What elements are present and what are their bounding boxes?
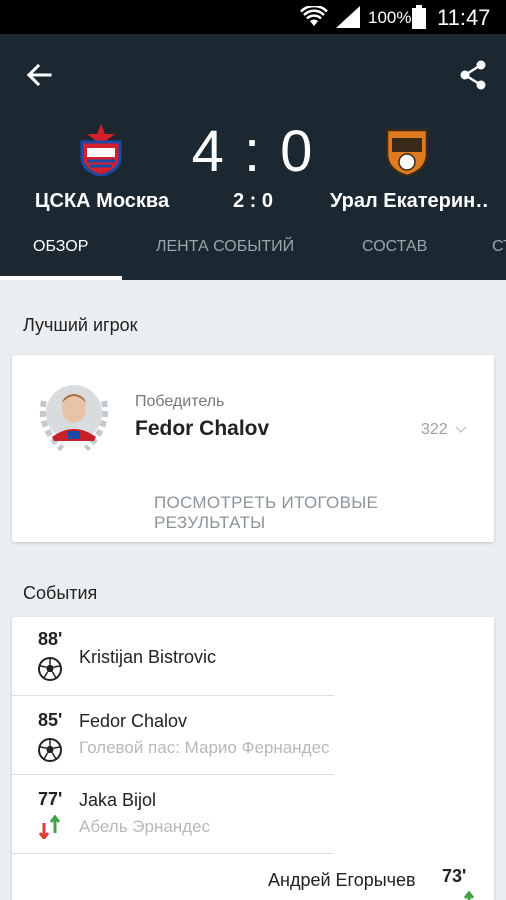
battery-icon — [412, 5, 426, 29]
status-bar: 100% 11:47 — [0, 0, 506, 34]
away-event-minute: 73' — [442, 866, 467, 886]
best-player-title: Лучший игрок — [23, 315, 138, 335]
match-tabs: ОБЗОР ЛЕНТА СОБЫТИЙ СОСТАВ СТ — [0, 234, 506, 280]
winner-name[interactable]: Fedor Chalov — [135, 417, 269, 441]
signal-icon — [336, 6, 360, 28]
match-header: 4:0 ЦСКА Москва 2 : 0 Урал Екатерин… ОБЗ… — [0, 34, 506, 280]
score-away: 0 — [280, 119, 315, 184]
event-substituted-player: Абель Эрнандес — [79, 817, 211, 836]
wifi-icon — [300, 6, 328, 26]
home-team-name[interactable]: ЦСКА Москва — [20, 190, 184, 213]
event-assist: Голевой пас: Марио Фернандес — [79, 738, 330, 757]
clock: 11:47 — [437, 5, 491, 30]
score-separator: : — [243, 119, 263, 184]
events-title: События — [23, 583, 98, 603]
active-tab-indicator — [0, 276, 122, 280]
event-minute: 77' — [38, 789, 63, 809]
event-minute: 85' — [38, 710, 63, 730]
substitution-icon — [463, 891, 475, 900]
winner-label: Победитель — [135, 393, 225, 410]
final-score: 4:0 — [153, 118, 353, 185]
soccer-ball-icon — [38, 738, 62, 762]
cska-logo-icon[interactable] — [78, 124, 124, 176]
share-icon[interactable] — [456, 58, 490, 92]
ural-logo-icon[interactable] — [384, 124, 430, 176]
away-team-name[interactable]: Урал Екатерин… — [330, 190, 490, 213]
event-row[interactable]: 88' Kristijan Bistrovic — [12, 617, 334, 696]
tab-event-feed[interactable]: ЛЕНТА СОБЫТИЙ — [156, 238, 294, 256]
tab-lineup[interactable]: СОСТАВ — [362, 238, 427, 256]
tab-stats[interactable]: СТ — [492, 238, 506, 256]
halftime-score: 2 : 0 — [232, 190, 274, 212]
event-row[interactable]: 85' Fedor Chalov Голевой пас: Марио Ферн… — [12, 696, 334, 775]
best-player-card: Победитель Fedor Chalov 322 ПОСМОТРЕТЬ И… — [12, 355, 494, 542]
back-arrow-icon[interactable] — [22, 58, 56, 92]
substitution-icon — [38, 815, 61, 839]
tab-overview[interactable]: ОБЗОР — [33, 238, 88, 256]
view-results-link[interactable]: ПОСМОТРЕТЬ ИТОГОВЫЕ РЕЗУЛЬТАТЫ — [154, 493, 494, 533]
battery-percent: 100% — [368, 8, 412, 27]
chevron-down-icon[interactable] — [455, 425, 467, 435]
event-player: Kristijan Bistrovic — [79, 647, 217, 667]
event-row[interactable]: 77' Jaka Bijol Абель Эрнандес — [12, 775, 334, 854]
event-minute: 88' — [38, 629, 63, 649]
score-home: 4 — [191, 119, 226, 184]
soccer-ball-icon — [38, 657, 62, 681]
player-avatar[interactable] — [32, 379, 116, 457]
event-player: Fedor Chalov — [79, 711, 188, 731]
vote-count: 322 — [421, 421, 448, 438]
event-player: Jaka Bijol — [79, 790, 157, 810]
away-event-player[interactable]: Андрей Егорычев — [268, 870, 416, 891]
events-card: 88' Kristijan Bistrovic 85' Fedor Chalov… — [12, 617, 494, 900]
divider — [12, 853, 334, 854]
